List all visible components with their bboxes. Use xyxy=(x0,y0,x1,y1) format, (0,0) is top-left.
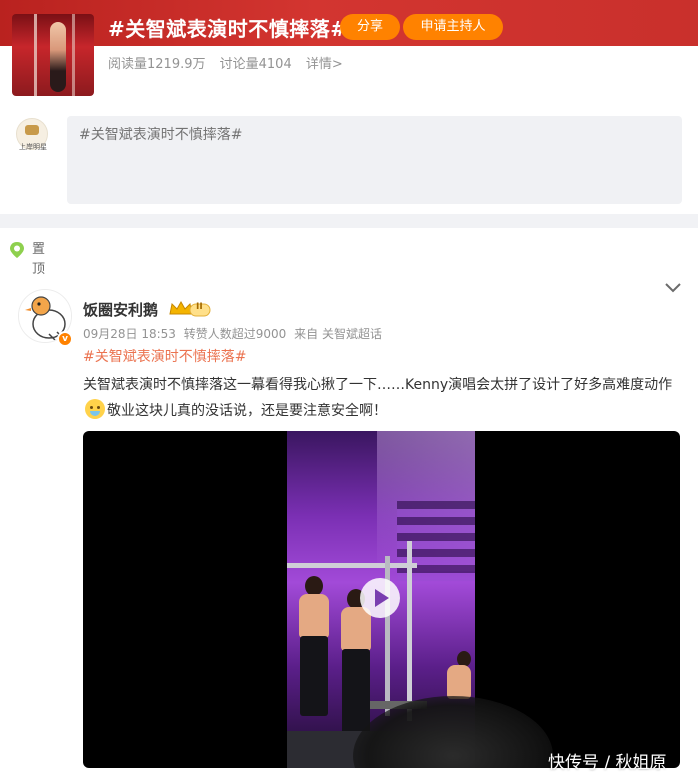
rank-level: II xyxy=(196,302,203,312)
composer-input[interactable]: #关智斌表演时不慎摔落# xyxy=(67,116,682,204)
post-card: 置顶 v 饭圈安利鹅 II 09月28日 18:53 转赞人数超过9000 来自… xyxy=(0,228,698,780)
topic-header: #关智斌表演时不慎摔落# 分享 申请主持人 阅读量1219.9万 讨论量4104… xyxy=(0,0,698,104)
post-composer: 上岸明星 #关智斌表演时不慎摔落# xyxy=(0,104,698,214)
post-text-part1: 关智斌表演时不慎摔落这一幕看得我心揪了一下……Kenny演唱会太拼了设计了好多高… xyxy=(83,377,673,393)
detail-link[interactable]: 详情> xyxy=(306,57,343,72)
crying-emoji-icon xyxy=(85,399,105,419)
post-text-part2: 敬业这块儿真的没话说，还是要注意安全啊！ xyxy=(107,403,387,419)
repost-count: 转赞人数超过9000 xyxy=(183,327,287,341)
verified-badge: v xyxy=(57,331,73,347)
post-hashtag[interactable]: #关智斌表演时不慎摔落# xyxy=(83,346,246,366)
read-count: 阅读量1219.9万 xyxy=(108,57,206,72)
post-text: 关智斌表演时不慎摔落这一幕看得我心揪了一下……Kenny演唱会太拼了设计了好多高… xyxy=(83,372,683,424)
chevron-down-icon[interactable] xyxy=(664,282,682,294)
avatar-caption: 上岸明星 xyxy=(19,143,47,151)
video-player[interactable] xyxy=(83,431,680,768)
watermark: 快传号 / 秋姐原 xyxy=(548,753,667,773)
apply-host-button[interactable]: 申请主持人 xyxy=(403,14,503,40)
discuss-count: 讨论量4104 xyxy=(219,57,292,72)
author-name[interactable]: 饭圈安利鹅 xyxy=(83,299,158,320)
topic-stats: 阅读量1219.9万 讨论量4104 详情> xyxy=(108,53,353,72)
pinned-label: 置顶 xyxy=(32,242,46,277)
crown-badge-icon xyxy=(169,300,211,317)
play-icon[interactable] xyxy=(360,578,400,618)
pin-icon xyxy=(10,242,24,258)
topic-title: #关智斌表演时不慎摔落# xyxy=(108,17,348,41)
post-meta: 09月28日 18:53 转赞人数超过9000 来自 关智斌超话 xyxy=(83,325,386,342)
share-button[interactable]: 分享 xyxy=(340,14,400,40)
topic-thumbnail xyxy=(12,14,94,96)
post-date[interactable]: 09月28日 18:53 xyxy=(83,327,176,341)
post-source[interactable]: 来自 关智斌超话 xyxy=(294,327,382,341)
